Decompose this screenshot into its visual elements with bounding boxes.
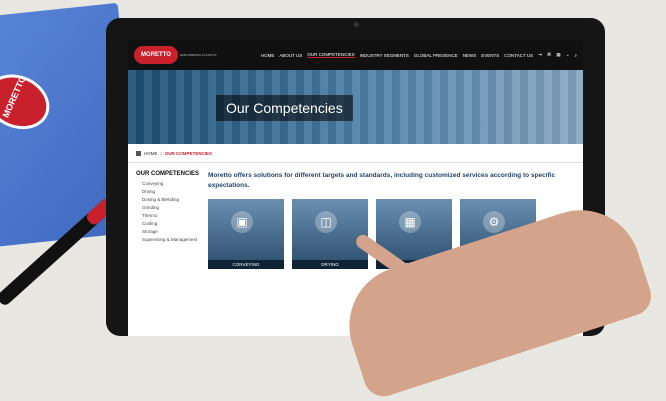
top-navigation: MORETTO EMPOWERING PLASTICS HOME ABOUT U… xyxy=(128,40,583,70)
home-icon[interactable] xyxy=(136,150,141,156)
card-label: DRYING xyxy=(292,260,368,269)
share-icon[interactable]: ⌘ xyxy=(547,52,552,58)
sidebar-item-cooling[interactable]: Cooling xyxy=(142,221,200,226)
sidebar-item-conveying[interactable]: Conveying xyxy=(142,181,200,186)
sidebar-item-storage[interactable]: Storage xyxy=(142,229,200,234)
main-menu: HOME ABOUT US OUR COMPETENCIES INDUSTRY … xyxy=(261,52,577,58)
conveying-icon: ▣ xyxy=(231,211,253,233)
sidebar-item-supervising-management[interactable]: Supervising & Management xyxy=(142,237,200,242)
dosing-icon: ▦ xyxy=(399,211,421,233)
nav-about-us[interactable]: ABOUT US xyxy=(279,53,302,58)
gears-icon: ⚙ xyxy=(483,211,505,233)
breadcrumb-home[interactable]: HOME xyxy=(144,151,158,156)
nav-events[interactable]: EVENTS xyxy=(481,53,499,58)
breadcrumb: HOME / OUR COMPETENCIES xyxy=(128,144,583,163)
login-icon[interactable]: ⇥ xyxy=(538,52,542,58)
sidebar: OUR COMPETENCIES Conveying Drying Dosing… xyxy=(136,171,200,269)
nav-our-competencies[interactable]: OUR COMPETENCIES xyxy=(307,52,355,58)
hero-banner: Our Competencies xyxy=(128,70,583,144)
nav-news[interactable]: NEWS xyxy=(463,53,477,58)
folder-logo-text: MORETTO xyxy=(0,74,28,120)
card-drying[interactable]: ◫ DRYING xyxy=(292,199,368,269)
sidebar-item-grinding[interactable]: Grinding xyxy=(142,205,200,210)
search-icon[interactable]: ⌕ xyxy=(574,53,577,58)
folder-logo: MORETTO xyxy=(0,64,59,139)
nav-contact-us[interactable]: CONTACT US xyxy=(504,53,533,58)
drying-icon: ◫ xyxy=(315,211,337,233)
tablet-camera xyxy=(354,22,359,27)
intro-text: Moretto offers solutions for different t… xyxy=(208,172,556,189)
breadcrumb-current: OUR COMPETENCIES xyxy=(164,150,213,156)
breadcrumb-separator: / xyxy=(160,150,162,156)
sidebar-item-drying[interactable]: Drying xyxy=(142,189,200,194)
card-label: CONVEYING xyxy=(208,260,284,269)
nav-home[interactable]: HOME xyxy=(261,53,275,58)
nav-industry-segments[interactable]: INDUSTRY SEGMENTS xyxy=(360,53,409,58)
sidebar-title: OUR COMPETENCIES xyxy=(136,171,200,177)
tagline: EMPOWERING PLASTICS xyxy=(180,53,217,57)
sidebar-item-thermo[interactable]: Thermo xyxy=(142,213,200,218)
chevron-down-icon[interactable]: ⌄ xyxy=(566,52,570,58)
nav-global-presence[interactable]: GLOBAL PRESENCE xyxy=(414,53,458,58)
language-flag-icon[interactable]: ▦ xyxy=(556,52,560,58)
page-title: Our Competencies xyxy=(216,95,353,121)
card-conveying[interactable]: ▣ CONVEYING xyxy=(208,199,284,269)
sidebar-item-dosing-blending[interactable]: Dosing & Blending xyxy=(142,197,200,202)
moretto-logo[interactable]: MORETTO xyxy=(134,46,178,64)
